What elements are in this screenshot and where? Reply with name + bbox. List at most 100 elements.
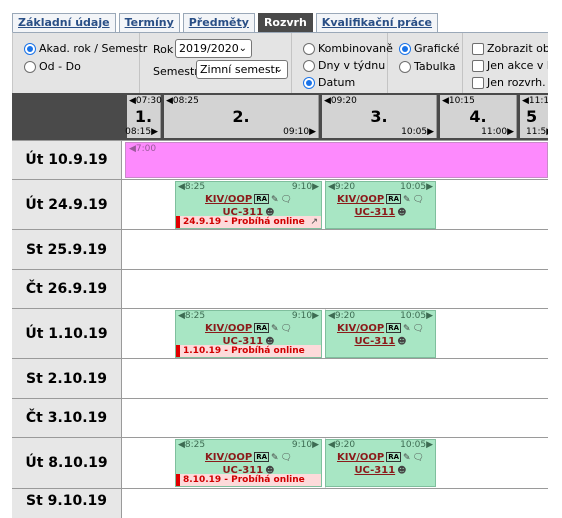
event-start-time: ◀9:20 — [328, 182, 356, 192]
event-start-time: ◀8:25 — [178, 440, 206, 450]
schedule-grid: ◀07:30 1. 08:15▶ ◀08:25 2. 09:10▶ ◀09:20… — [12, 93, 548, 518]
radio-button[interactable] — [24, 60, 36, 73]
schedule-event[interactable]: ◀9:20 10:05▶ KIV/OOP RA ✎ 🗨 UC-311 ☻ — [325, 310, 436, 358]
period-number: 4. — [469, 107, 487, 126]
speech-bubble-icon[interactable]: ✎ — [403, 453, 411, 463]
semester-label: Semestr — [153, 65, 199, 78]
chat-bubble-icon[interactable]: 🗨 — [281, 453, 292, 463]
person-icon[interactable]: ☻ — [397, 466, 406, 476]
schedule-event[interactable]: ◀8:25 9:10▶ KIV/OOP RA ✎ 🗨 UC-311 ☻ 24.9.19 … — [175, 181, 322, 229]
period-start: ◀10:15 — [442, 96, 475, 106]
day-label: Út 10.9.19 — [12, 141, 122, 179]
radio-button-selected[interactable] — [399, 42, 411, 55]
ra-badge: RA — [254, 452, 270, 462]
speech-bubble-icon[interactable]: ✎ — [403, 324, 411, 334]
room-link[interactable]: UC-311 — [354, 465, 395, 476]
person-icon[interactable]: ☻ — [397, 337, 406, 347]
radio-button[interactable] — [303, 42, 315, 55]
schedule-event[interactable]: ◀9:20 10:05▶ KIV/OOP RA ✎ 🗨 UC-311 ☻ — [325, 439, 436, 487]
radio-date-range[interactable]: Od - Do — [24, 60, 81, 73]
day-label: St 9.10.19 — [12, 489, 122, 518]
speech-bubble-icon[interactable]: ✎ — [271, 195, 279, 205]
day-label: St 2.10.19 — [12, 359, 122, 398]
event-course: KIV/OOP RA ✎ 🗨 — [176, 323, 321, 334]
external-link-icon[interactable]: ↗ — [310, 216, 318, 228]
radio-date[interactable]: Datum — [303, 76, 355, 89]
chat-bubble-icon[interactable]: 🗨 — [281, 324, 292, 334]
checkbox[interactable] — [472, 59, 484, 72]
speech-bubble-icon[interactable]: ✎ — [271, 453, 279, 463]
event-start-time: ◀8:25 — [178, 311, 206, 321]
checkbox[interactable] — [472, 42, 484, 55]
room-link[interactable]: UC-311 — [354, 207, 395, 218]
schedule-event[interactable]: ◀8:25 9:10▶ KIV/OOP RA ✎ 🗨 UC-311 ☻ 8.10.19 … — [175, 439, 322, 487]
course-link[interactable]: KIV/OOP — [337, 323, 384, 334]
radio-button-selected[interactable] — [24, 42, 36, 55]
view-by-group: Kombinovaně Dny v týdnu Datum — [292, 33, 393, 93]
radio-label: Dny v týdnu — [318, 59, 386, 72]
speech-bubble-icon[interactable]: ✎ — [271, 324, 279, 334]
year-select[interactable]: 2019/2020 ⌄ — [175, 39, 252, 58]
event-course: KIV/OOP RA ✎ 🗨 — [326, 452, 435, 463]
chat-bubble-icon[interactable]: 🗨 — [281, 195, 292, 205]
ra-badge: RA — [386, 452, 402, 462]
event-room: UC-311 ☻ — [326, 207, 435, 218]
options-group: Zobrazit obs Jen akce v b Jen rozvrh. a — [463, 33, 548, 93]
course-link[interactable]: KIV/OOP — [205, 452, 252, 463]
course-link[interactable]: KIV/OOP — [205, 194, 252, 205]
period-end: 08:15▶ — [125, 127, 158, 137]
tab-schedule[interactable]: Rozvrh — [257, 13, 313, 32]
chat-bubble-icon[interactable]: 🗨 — [413, 324, 424, 334]
ra-badge: RA — [254, 194, 270, 204]
checkbox-only-events[interactable]: Jen akce v b — [472, 59, 548, 72]
radio-combined[interactable]: Kombinovaně — [303, 42, 393, 55]
tab-basic-info[interactable]: Základní údaje — [12, 13, 116, 32]
event-end-time: 10:05▶ — [400, 311, 433, 321]
course-link[interactable]: KIV/OOP — [337, 452, 384, 463]
chat-bubble-icon[interactable]: 🗨 — [413, 453, 424, 463]
ra-badge: RA — [254, 323, 270, 333]
filter-panel: Akad. rok / Semestr Od - Do Rok 2019/202… — [12, 32, 548, 93]
period-end: 11:00▶ — [481, 127, 514, 137]
period-start: ◀11:1 — [522, 96, 548, 106]
schedule-corner — [12, 93, 122, 140]
room-link[interactable]: UC-311 — [354, 336, 395, 347]
day-label: Út 1.10.19 — [12, 309, 122, 358]
online-note-text: 1.10.19 - Probíhá online — [183, 346, 305, 356]
checkbox-label: Jen akce v b — [487, 59, 548, 72]
radio-table[interactable]: Tabulka — [399, 60, 456, 73]
online-note: 1.10.19 - Probíhá online — [176, 345, 321, 357]
event-start-time: ◀8:25 — [178, 182, 206, 192]
tab-qualification-work[interactable]: Kvalifikační práce — [315, 13, 439, 32]
speech-bubble-icon[interactable]: ✎ — [403, 195, 411, 205]
radio-academic-year[interactable]: Akad. rok / Semestr — [24, 42, 147, 55]
radio-button[interactable] — [399, 60, 411, 73]
radio-button[interactable] — [303, 59, 315, 72]
person-icon[interactable]: ☻ — [397, 208, 406, 218]
display-mode-group: Grafické Tabulka — [388, 33, 463, 93]
checkbox-only-scheduled[interactable]: Jen rozvrh. a — [472, 76, 548, 89]
radio-weekdays[interactable]: Dny v týdnu — [303, 59, 385, 72]
day-row: Út 1.10.19 ◀8:25 9:10▶ KIV/OOP RA ✎ 🗨 UC-31… — [12, 308, 548, 358]
checkbox-show-content[interactable]: Zobrazit obs — [472, 42, 548, 55]
course-link[interactable]: KIV/OOP — [337, 194, 384, 205]
semester-select[interactable]: Zimní semestr ⌄ — [196, 60, 288, 79]
period-header-4: ◀10:15 4. 11:00▶ — [440, 95, 517, 138]
tab-terms[interactable]: Termíny — [118, 13, 180, 32]
event-course: KIV/OOP RA ✎ 🗨 — [326, 194, 435, 205]
checkbox[interactable] — [472, 76, 484, 89]
schedule-event[interactable]: ◀8:25 9:10▶ KIV/OOP RA ✎ 🗨 UC-311 ☻ 1.10.19 … — [175, 310, 322, 358]
day-row: Út 24.9.19 ◀8:25 9:10▶ KIV/OOP RA ✎ 🗨 UC-31… — [12, 179, 548, 229]
checkbox-label: Jen rozvrh. a — [487, 76, 548, 89]
day-row: Út 10.9.19 ◀7:00 — [12, 140, 548, 179]
day-row: Út 8.10.19 ◀8:25 9:10▶ KIV/OOP RA ✎ 🗨 UC-31… — [12, 437, 548, 488]
all-day-event[interactable]: ◀7:00 — [125, 142, 548, 178]
tab-subjects[interactable]: Předměty — [182, 13, 255, 32]
chat-bubble-icon[interactable]: 🗨 — [413, 195, 424, 205]
radio-graphical[interactable]: Grafické — [399, 42, 460, 55]
day-row: St 2.10.19 — [12, 358, 548, 398]
schedule-event[interactable]: ◀9:20 10:05▶ KIV/OOP RA ✎ 🗨 UC-311 ☻ — [325, 181, 436, 229]
course-link[interactable]: KIV/OOP — [205, 323, 252, 334]
radio-button-selected[interactable] — [303, 76, 315, 89]
day-row: Čt 26.9.19 — [12, 269, 548, 308]
